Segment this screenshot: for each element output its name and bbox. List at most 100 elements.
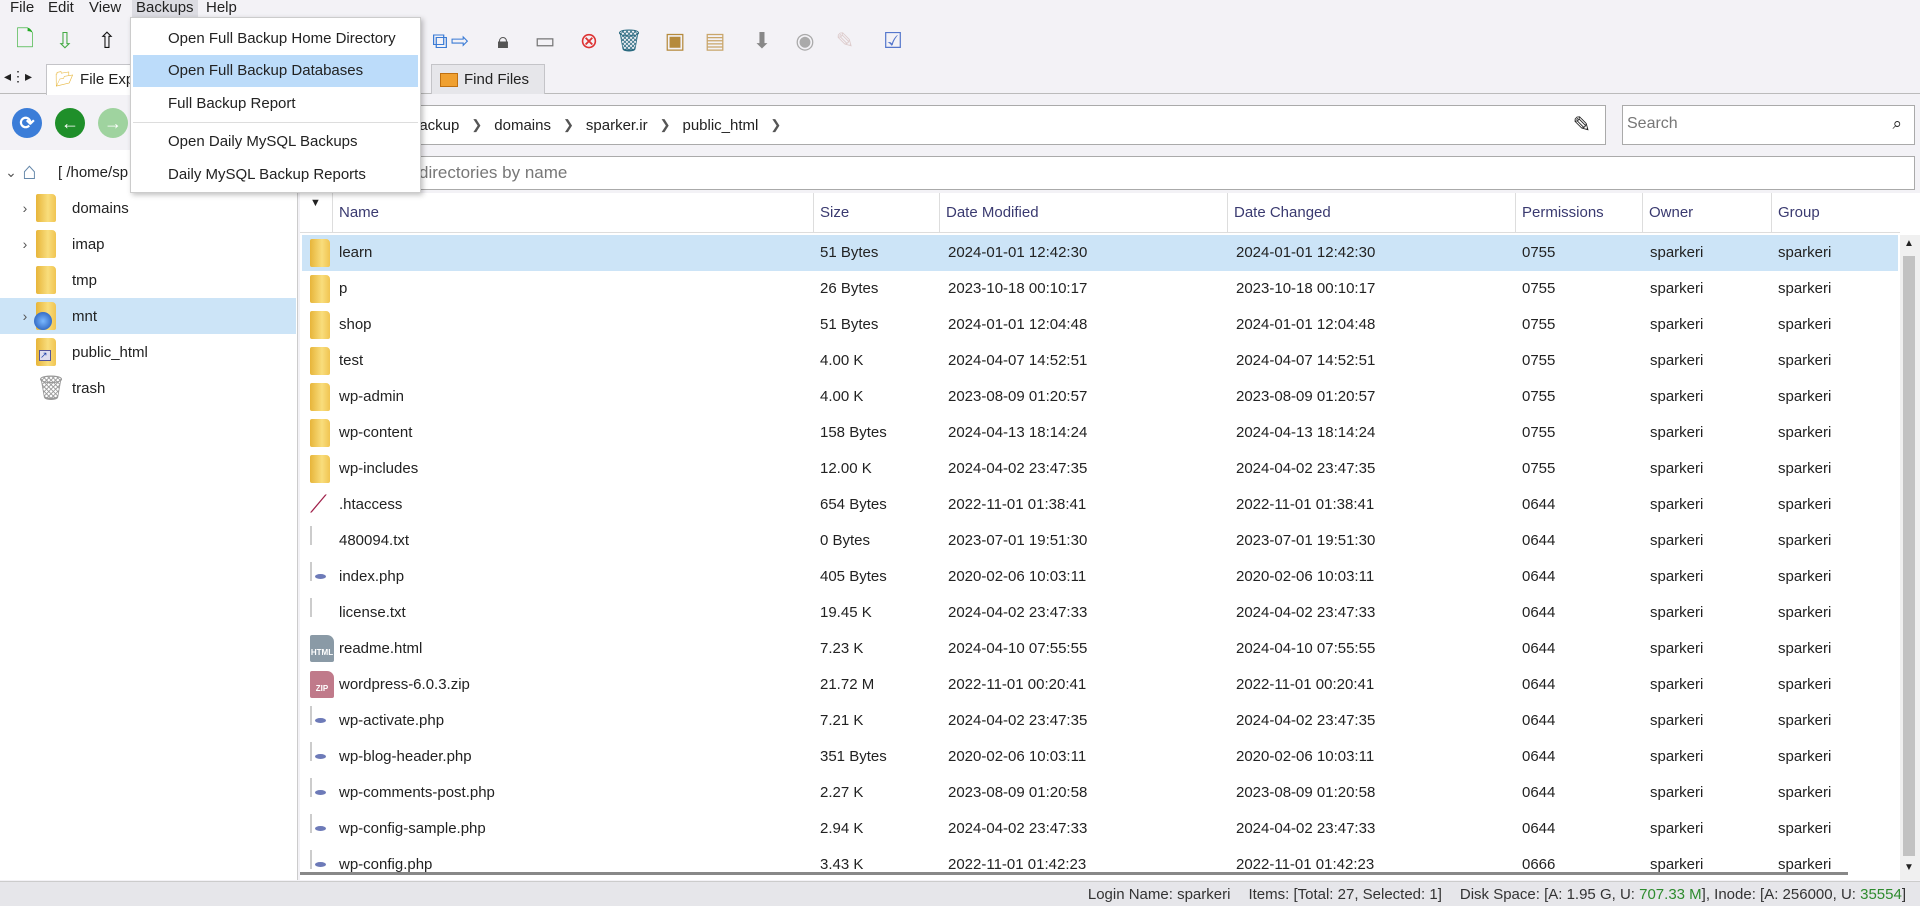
crumb[interactable]: domains [494,117,551,134]
crumb[interactable]: sparker.ir [586,117,648,134]
chevron-down-icon[interactable]: ⌄ [0,164,22,181]
menu-item-open-daily-mysql-backups[interactable]: Open Daily MySQL Backups [133,126,418,158]
file-row[interactable]: shop 51 Bytes 2024-01-01 12:04:48 2024-01-0… [302,307,1898,343]
menu-item-open-full-backup-databases[interactable]: Open Full Backup Databases [133,55,418,87]
edit-icon[interactable]: ✎ [830,26,860,56]
breadcrumb[interactable]: backup ❯ domains ❯ sparker.ir ❯ public_html… [300,105,1606,145]
globe-folder-icon [34,302,62,330]
chevron-right-icon[interactable]: › [14,236,36,252]
trash-icon[interactable]: 🗑︎ [614,26,644,56]
download-arrow-icon[interactable]: ⬇ [747,26,777,56]
view-icon[interactable]: ◉ [790,26,820,56]
column-owner[interactable]: Owner [1642,193,1771,233]
horizontal-scrollbar[interactable] [300,872,1848,875]
file-row[interactable]: wp-includes 12.00 K 2024-04-02 23:47:35 202… [302,451,1898,487]
file-row[interactable]: learn 51 Bytes 2024-01-01 12:42:30 2024-01-… [302,235,1898,271]
file-row[interactable]: 480094.txt 0 Bytes 2023-07-01 19:51:30 2023… [302,523,1898,559]
zip-file-icon: ZIP [310,671,334,699]
scroll-down-icon[interactable]: ▼ [1904,862,1914,873]
rename-icon[interactable]: ▭ [530,26,560,56]
file-row[interactable]: p 26 Bytes 2023-10-18 00:10:17 2023-10-18 0… [302,271,1898,307]
extract-icon[interactable]: ▣ [660,26,690,56]
file-row[interactable]: wp-comments-post.php 2.27 K 2023-08-09 01:… [302,775,1898,811]
file-row[interactable]: ZIP wordpress-6.0.3.zip 21.72 M 2022-11-01 … [302,667,1898,703]
file-group: sparkeri [1778,496,1832,513]
file-group: sparkeri [1778,424,1832,441]
file-owner: sparkeri [1650,496,1704,513]
file-owner: sparkeri [1650,244,1704,261]
tab-scroll-icon[interactable]: ◂⋮▸ [4,68,32,85]
scroll-up-icon[interactable]: ▲ [1904,238,1914,249]
file-row[interactable]: wp-config.php 3.43 K 2022-11-01 01:42:23 20… [302,847,1898,883]
file-row[interactable]: wp-content 158 Bytes 2024-04-13 18:14:24 20… [302,415,1898,451]
column-group[interactable]: Group [1771,193,1898,233]
menu-item-open-full-backup-home[interactable]: Open Full Backup Home Directory [133,23,418,55]
file-row[interactable]: license.txt 19.45 K 2024-04-02 23:47:33 202… [302,595,1898,631]
column-name[interactable]: Name [332,193,813,233]
file-name: wordpress-6.0.3.zip [339,676,470,693]
upload-icon[interactable]: ⇧ [92,26,122,56]
compress-icon[interactable]: ▤ [700,26,730,56]
tree-item-imap[interactable]: › imap [0,226,296,262]
search-icon[interactable]: ⌕ [1892,114,1902,134]
file-row[interactable]: wp-config-sample.php 2.94 K 2024-04-02 23:… [302,811,1898,847]
new-file-icon[interactable]: 🗋 [10,26,40,56]
file-modified: 2023-07-01 19:51:30 [948,532,1088,549]
find-files-icon [440,72,458,87]
menu-help[interactable]: Help [202,0,241,17]
menu-item-daily-mysql-backup-reports[interactable]: Daily MySQL Backup Reports [133,159,418,191]
file-row[interactable]: index.php 405 Bytes 2020-02-06 10:03:11 202… [302,559,1898,595]
refresh-icon[interactable]: ⟳ [12,108,42,138]
menu-edit[interactable]: Edit [44,0,78,17]
file-row[interactable]: HTML readme.html 7.23 K 2024-04-10 07:55:55… [302,631,1898,667]
file-modified: 2024-04-13 18:14:24 [948,424,1088,441]
move-icon[interactable]: ⇨ [445,26,475,56]
file-row[interactable]: ⟋ .htaccess 654 Bytes 2022-11-01 01:38:41 20… [302,487,1898,523]
file-size: 4.00 K [820,352,864,369]
file-row[interactable]: test 4.00 K 2024-04-07 14:52:51 2024-04-07 … [302,343,1898,379]
select-all-icon[interactable]: ☑ [878,26,908,56]
column-chooser-icon[interactable]: ▼ [310,197,321,209]
column-date-modified[interactable]: Date Modified [939,193,1227,233]
tree-item-domains[interactable]: › domains [0,190,296,226]
column-size[interactable]: Size [813,193,939,233]
search-input[interactable] [1623,106,1863,142]
crumb[interactable]: public_html [682,117,758,134]
file-row[interactable]: wp-admin 4.00 K 2023-08-09 01:20:57 2023-08… [302,379,1898,415]
file-owner: sparkeri [1650,424,1704,441]
menu-item-full-backup-report[interactable]: Full Backup Report [133,88,418,120]
download-icon[interactable]: ⇩ [50,26,80,56]
file-owner: sparkeri [1650,316,1704,333]
pencil-icon[interactable]: ✎ [1573,112,1591,138]
filter-input[interactable] [301,157,1914,189]
txt-file-icon [310,598,332,627]
tab-find-files[interactable]: Find Files [431,64,545,94]
file-name: 480094.txt [339,532,410,549]
delete-file-icon[interactable]: ⊗ [574,26,604,56]
back-button[interactable]: ← [55,108,85,138]
tree-item-mnt[interactable]: › mnt [0,298,296,334]
chevron-right-icon[interactable]: › [14,200,36,216]
php-file-icon [310,742,332,771]
file-modified: 2023-08-09 01:20:58 [948,784,1088,801]
menu-file[interactable]: File [6,0,38,17]
file-row[interactable]: wp-blog-header.php 351 Bytes 2020-02-06 10… [302,739,1898,775]
file-size: 7.23 K [820,640,864,657]
forward-button[interactable]: → [98,108,128,138]
chevron-right-icon: ❯ [659,117,671,132]
scrollbar-thumb[interactable] [1903,256,1915,856]
menu-backups[interactable]: Backups [132,0,198,17]
column-permissions[interactable]: Permissions [1515,193,1642,233]
file-changed: 2023-08-09 01:20:58 [1236,784,1376,801]
menu-view[interactable]: View [85,0,125,17]
tree-item-tmp[interactable]: tmp [0,262,296,298]
tree-item-public-html[interactable]: ↗ public_html [0,334,296,370]
file-name: wp-content [339,424,413,441]
permissions-lock-icon[interactable]: 🔒︎ [488,26,518,56]
file-group: sparkeri [1778,316,1832,333]
tree-item-trash[interactable]: 🗑︎ trash [0,370,296,406]
file-row[interactable]: wp-activate.php 7.21 K 2024-04-02 23:47:35… [302,703,1898,739]
column-date-changed[interactable]: Date Changed [1227,193,1515,233]
file-perm: 0644 [1522,712,1556,729]
chevron-right-icon[interactable]: › [14,308,36,324]
